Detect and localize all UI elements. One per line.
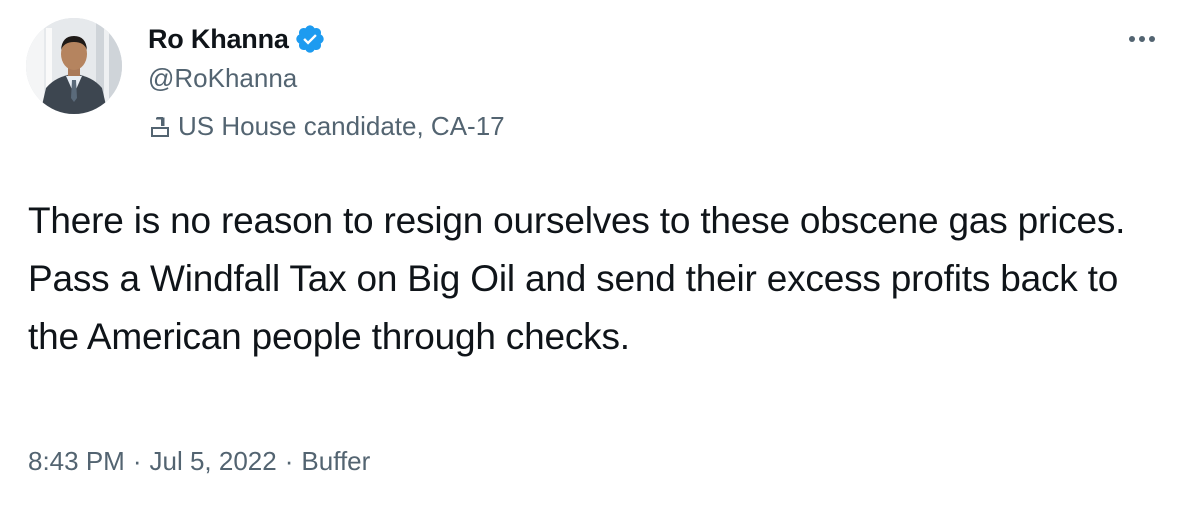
verified-badge-icon bbox=[294, 23, 326, 55]
ballot-box-icon bbox=[148, 115, 172, 139]
tweet-card: Ro Khanna @RoKhanna US House candidate, … bbox=[0, 0, 1186, 508]
author-handle[interactable]: @RoKhanna bbox=[148, 63, 297, 94]
more-options-button[interactable] bbox=[1122, 22, 1162, 56]
display-name[interactable]: Ro Khanna bbox=[148, 24, 289, 55]
author-name-row: Ro Khanna bbox=[148, 22, 326, 56]
profile-photo bbox=[26, 18, 122, 114]
separator-dot: · bbox=[132, 446, 142, 476]
tweet-text: There is no reason to resign ourselves t… bbox=[28, 200, 1126, 357]
more-horizontal-icon bbox=[1129, 36, 1155, 42]
affiliation-text: US House candidate, CA-17 bbox=[178, 111, 505, 141]
tweet-time[interactable]: 8:43 PM bbox=[28, 446, 125, 477]
avatar[interactable] bbox=[26, 18, 122, 114]
tweet-source[interactable]: Buffer bbox=[301, 446, 370, 477]
tweet-metadata: 8:43 PM · Jul 5, 2022 · Buffer bbox=[28, 446, 370, 477]
affiliation-label: US House candidate, CA-17 bbox=[148, 111, 505, 142]
separator-dot: · bbox=[284, 446, 294, 476]
tweet-date[interactable]: Jul 5, 2022 bbox=[150, 446, 277, 477]
